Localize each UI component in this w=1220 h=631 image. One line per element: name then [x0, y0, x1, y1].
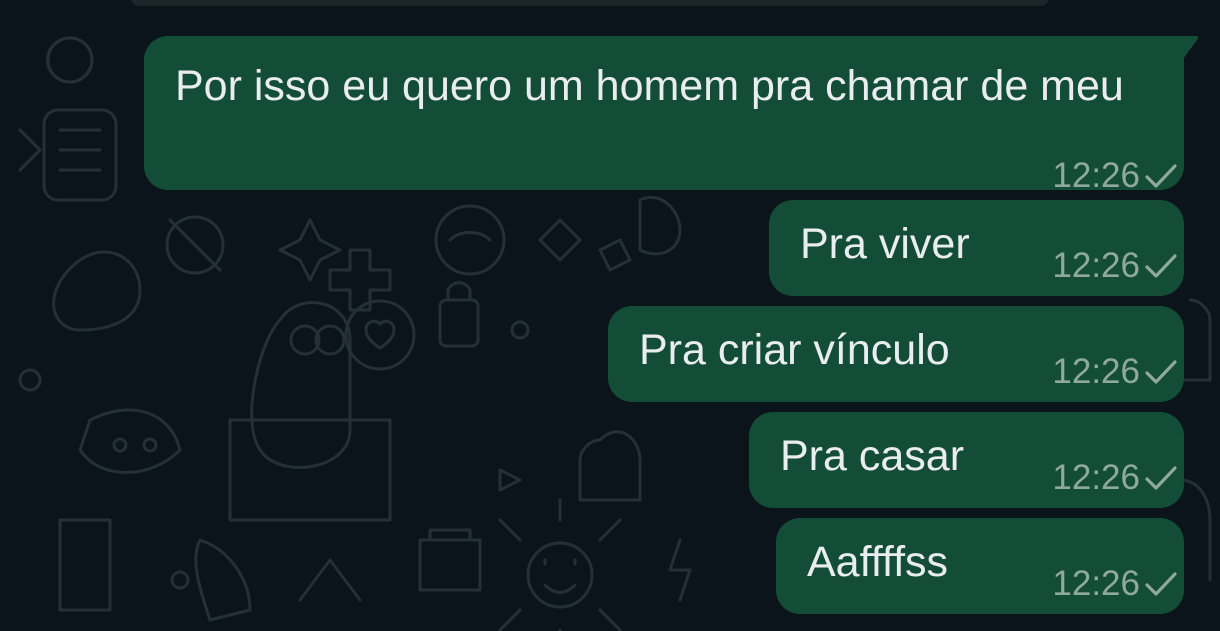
message-time: 12:26: [1052, 564, 1140, 603]
message-text: Pra criar vínculo: [639, 326, 950, 374]
sent-check-icon: [1145, 466, 1177, 490]
sent-check-icon: [1145, 254, 1177, 278]
message-time: 12:26: [1052, 156, 1140, 195]
message-time: 12:26: [1052, 458, 1140, 497]
outgoing-message-bubble[interactable]: Pra casar 12:26: [749, 412, 1184, 508]
sent-check-icon: [1145, 572, 1177, 596]
message-text: Aaffffss: [807, 538, 949, 586]
outgoing-message-bubble[interactable]: Aaffffss 12:26: [776, 518, 1184, 614]
message-time: 12:26: [1052, 246, 1140, 285]
outgoing-message-bubble[interactable]: Pra viver 12:26: [769, 200, 1184, 296]
outgoing-message-bubble[interactable]: Pra criar vínculo 12:26: [608, 306, 1184, 402]
sent-check-icon: [1145, 164, 1177, 188]
message-text: Por isso eu quero um homem pra chamar de…: [175, 62, 1124, 110]
previous-message-edge: [130, 0, 1050, 6]
sent-check-icon: [1145, 360, 1177, 384]
message-text: Pra viver: [800, 220, 970, 268]
message-time: 12:26: [1052, 352, 1140, 391]
outgoing-message-bubble[interactable]: Por isso eu quero um homem pra chamar de…: [144, 36, 1199, 195]
message-text: Pra casar: [780, 432, 965, 480]
